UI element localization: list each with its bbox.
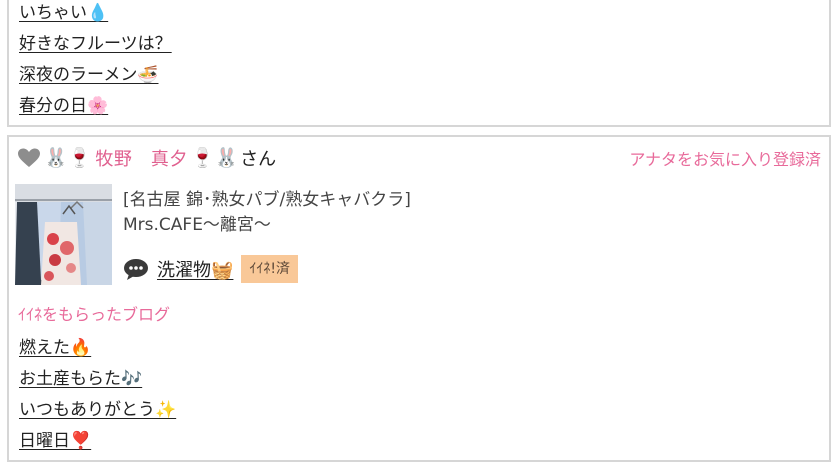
name-prefix-emoji: 🐰🍷	[44, 146, 92, 169]
blog-link[interactable]: 春分の日🌸	[19, 91, 172, 122]
name-suffix-emoji: 🍷🐰	[190, 146, 239, 169]
shop-info: [名古屋 錦･熟女パブ/熟女キャバクラ] Mrs.CAFE〜離宮〜	[123, 188, 411, 238]
honorific: さん	[240, 149, 277, 170]
shop-name[interactable]: Mrs.CAFE〜離宮〜	[123, 213, 411, 238]
blog-link[interactable]: いちゃい💧	[19, 0, 172, 29]
favorite-status: アナタをお気に入り登録済	[629, 150, 821, 169]
user-card: 🐰🍷 牧野 真夕 🍷🐰 さん アナタをお気に入り登録済 [名古屋 錦･熟女パブ/…	[7, 135, 831, 462]
liked-blog-link[interactable]: いつもありがとう✨	[19, 395, 176, 426]
blog-link-list: いちゃい💧 好きなフルーツは？ 深夜のラーメン🍜 春分の日🌸	[19, 0, 172, 122]
speech-bubble-icon	[123, 258, 149, 280]
user-header: 🐰🍷 牧野 真夕 🍷🐰 さん	[17, 143, 276, 173]
iine-badge: ｲｲﾈ!済	[241, 255, 299, 283]
blog-link[interactable]: 深夜のラーメン🍜	[19, 60, 172, 91]
blog-link[interactable]: 好きなフルーツは？	[19, 29, 172, 60]
heart-icon[interactable]	[17, 146, 41, 170]
liked-blog-link[interactable]: 燃えた🔥	[19, 333, 176, 364]
blog-title-link[interactable]: 洗濯物🧺	[157, 256, 233, 282]
liked-blog-link[interactable]: お土産もらた🎶	[19, 364, 176, 395]
liked-blog-link[interactable]: 日曜日❣️	[19, 426, 176, 457]
blog-thumbnail[interactable]	[15, 184, 112, 285]
liked-blogs-heading: ｲｲﾈをもらったブログ	[18, 305, 171, 324]
blog-row: 洗濯物🧺 ｲｲﾈ!済	[123, 253, 299, 285]
user-name[interactable]: 牧野 真夕	[95, 145, 188, 171]
previous-blog-card: いちゃい💧 好きなフルーツは？ 深夜のラーメン🍜 春分の日🌸	[7, 0, 831, 127]
shop-category[interactable]: [名古屋 錦･熟女パブ/熟女キャバクラ]	[123, 188, 411, 213]
liked-blog-list: 燃えた🔥 お土産もらた🎶 いつもありがとう✨ 日曜日❣️	[19, 333, 176, 457]
